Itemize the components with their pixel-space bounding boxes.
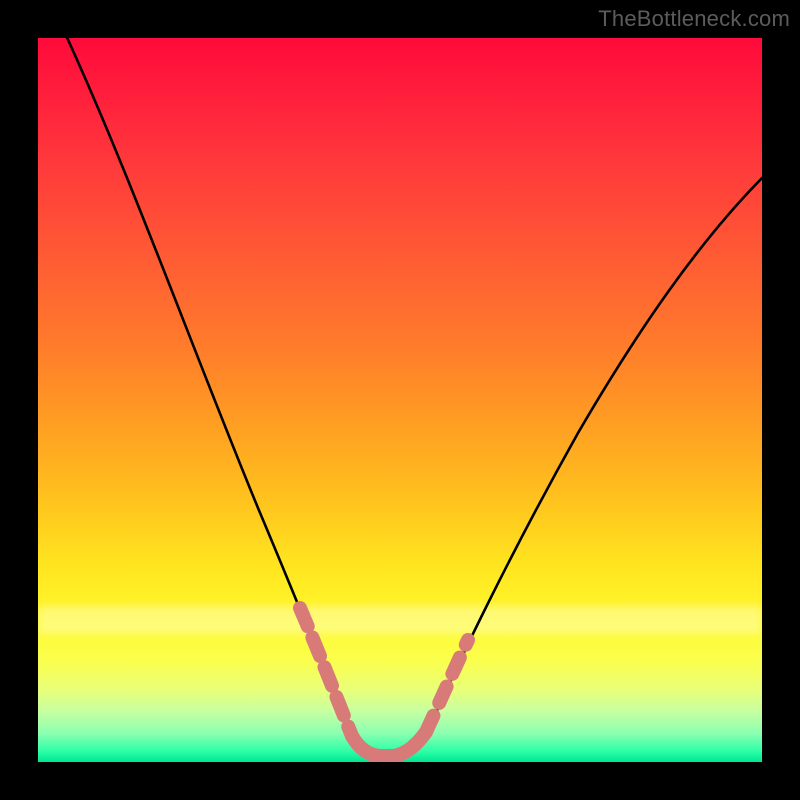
plot-area [38,38,762,762]
bottleneck-curve [38,38,762,762]
curve-main-path [58,38,762,756]
highlight-trough [352,732,426,756]
chart-frame: TheBottleneck.com [0,0,800,800]
highlight-right-ascent [426,640,468,732]
attribution-text: TheBottleneck.com [598,6,790,32]
highlight-left-descent [300,608,352,736]
